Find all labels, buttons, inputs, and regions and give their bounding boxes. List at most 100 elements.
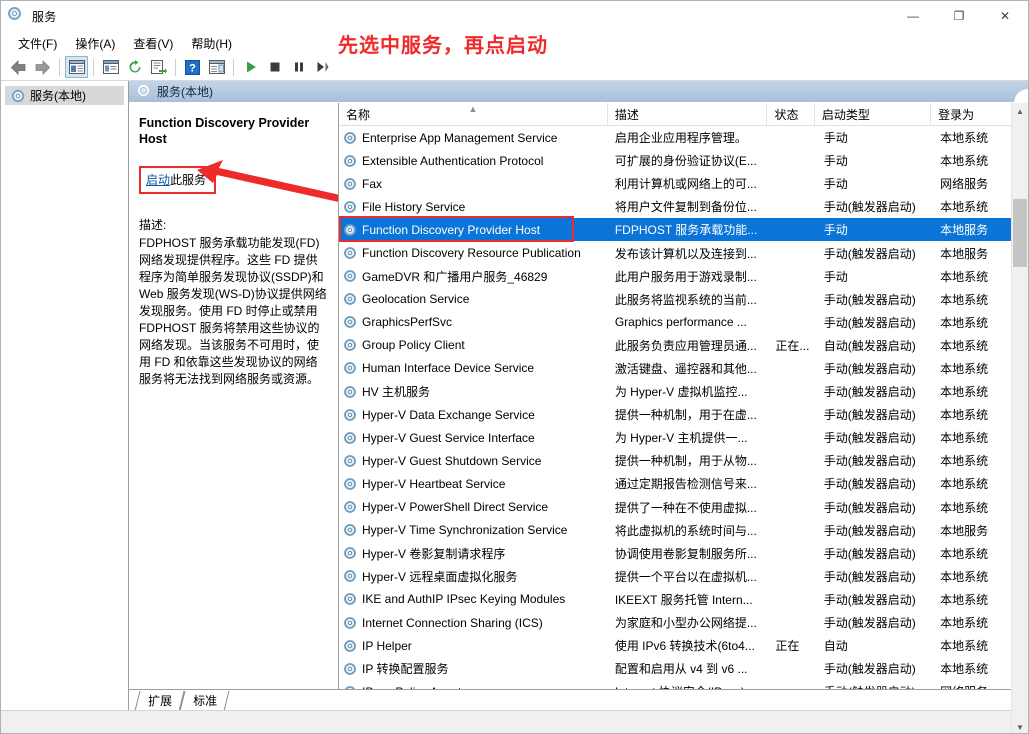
cell-service-description: 将此虚拟机的系统时间与... — [608, 522, 768, 539]
column-header-description[interactable]: 描述 — [608, 103, 768, 125]
stop-service-icon[interactable] — [263, 56, 286, 78]
service-gear-icon — [343, 269, 357, 283]
service-gear-icon — [343, 408, 357, 422]
maximize-button[interactable]: ❐ — [936, 1, 982, 31]
column-header-status[interactable]: 状态 — [767, 103, 814, 125]
service-name-label: File History Service — [362, 200, 465, 214]
export-list-icon[interactable] — [147, 56, 170, 78]
table-row[interactable]: Geolocation Service此服务将监视系统的当前...手动(触发器启… — [339, 288, 1011, 311]
title-bar: 服务 — ❐ ✕ — [1, 1, 1028, 32]
cell-service-description: 可扩展的身份验证协议(E... — [608, 152, 768, 169]
pause-service-icon[interactable] — [287, 56, 310, 78]
menu-help[interactable]: 帮助(H) — [182, 33, 241, 54]
column-header-name[interactable]: 名称 ▲ — [339, 103, 608, 125]
refresh-icon[interactable] — [123, 56, 146, 78]
results-pane: 服务(本地) Function Discovery Provider Host … — [129, 81, 1028, 734]
table-row[interactable]: IP 转换配置服务配置和启用从 v4 到 v6 ...手动(触发器启动)本地系统 — [339, 657, 1011, 680]
table-row[interactable]: File History Service将用户文件复制到备份位...手动(触发器… — [339, 195, 1011, 218]
pane-header-label: 服务(本地) — [157, 83, 213, 100]
properties-icon[interactable] — [99, 56, 122, 78]
table-row[interactable]: Hyper-V Data Exchange Service提供一种机制，用于在虚… — [339, 403, 1011, 426]
cell-startup-type: 手动(触发器启动) — [815, 314, 931, 331]
start-service-link-text[interactable]: 启动 — [146, 173, 170, 187]
cell-logon-as: 本地系统 — [931, 129, 1011, 146]
services-gear-icon — [11, 89, 25, 103]
close-button[interactable]: ✕ — [982, 1, 1028, 31]
table-row[interactable]: Group Policy Client此服务负责应用管理员通...正在...自动… — [339, 334, 1011, 357]
start-service-icon[interactable] — [239, 56, 262, 78]
help-icon[interactable]: ? — [181, 56, 204, 78]
table-row[interactable]: Hyper-V Heartbeat Service通过定期报告检测信号来...手… — [339, 472, 1011, 495]
cell-service-description: 发布该计算机以及连接到... — [608, 245, 768, 262]
tab-extended[interactable]: 扩展 — [135, 691, 185, 711]
cell-startup-type: 手动(触发器启动) — [815, 360, 931, 377]
cell-service-description: 利用计算机或网络上的可... — [608, 175, 768, 192]
console-tree-pane: 服务(本地) — [1, 81, 129, 734]
table-row[interactable]: HV 主机服务为 Hyper-V 虚拟机监控...手动(触发器启动)本地系统 — [339, 380, 1011, 403]
scroll-down-arrow-icon[interactable]: ▼ — [1012, 719, 1028, 734]
service-detail-panel: Function Discovery Provider Host 启动此服务 描… — [129, 103, 339, 734]
table-row[interactable]: Function Discovery Resource Publication发… — [339, 241, 1011, 264]
cell-startup-type: 手动(触发器启动) — [815, 591, 931, 608]
table-row[interactable]: Function Discovery Provider HostFDPHOST … — [339, 218, 1011, 241]
toolbar-separator-2 — [93, 59, 94, 76]
start-service-link[interactable]: 启动此服务 — [146, 171, 206, 188]
cell-service-description: 此服务负责应用管理员通... — [608, 337, 768, 354]
column-header-startup-type[interactable]: 启动类型 — [815, 103, 931, 125]
cell-service-description: 此服务将监视系统的当前... — [608, 291, 768, 308]
table-row[interactable]: Fax利用计算机或网络上的可...手动网络服务 — [339, 172, 1011, 195]
cell-startup-type: 手动(触发器启动) — [815, 545, 931, 562]
table-row[interactable]: GameDVR 和广播用户服务_46829此用户服务用于游戏录制...手动本地系… — [339, 265, 1011, 288]
table-row[interactable]: IP Helper使用 IPv6 转换技术(6to4...正在自动本地系统 — [339, 634, 1011, 657]
service-name-label: Function Discovery Provider Host — [362, 223, 540, 237]
cell-service-description: 激活键盘、遥控器和其他... — [608, 360, 768, 377]
services-list: 名称 ▲ 描述 状态 启动类型 登录为 Enterprise App Manag… — [339, 103, 1028, 734]
service-gear-icon — [343, 616, 357, 630]
cell-service-status: 正在 — [767, 637, 814, 654]
restart-service-icon[interactable] — [311, 56, 334, 78]
column-header-logon-as[interactable]: 登录为 — [931, 103, 1011, 125]
service-name-label: GameDVR 和广播用户服务_46829 — [362, 268, 547, 285]
table-row[interactable]: Enterprise App Management Service启用企业应用程… — [339, 126, 1011, 149]
menu-action[interactable]: 操作(A) — [66, 33, 124, 54]
cell-service-name: Hyper-V Time Synchronization Service — [339, 523, 608, 537]
table-row[interactable]: Extensible Authentication Protocol可扩展的身份… — [339, 149, 1011, 172]
minimize-button[interactable]: — — [890, 1, 936, 31]
table-row[interactable]: Internet Connection Sharing (ICS)为家庭和小型办… — [339, 611, 1011, 634]
cell-startup-type: 手动(触发器启动) — [815, 406, 931, 423]
scroll-up-arrow-icon[interactable]: ▲ — [1012, 103, 1028, 120]
show-hide-tree-icon[interactable] — [65, 56, 88, 78]
show-hide-action-pane-icon[interactable] — [205, 56, 228, 78]
cell-startup-type: 手动(触发器启动) — [815, 383, 931, 400]
service-gear-icon — [343, 500, 357, 514]
table-row[interactable]: GraphicsPerfSvcGraphics performance ...手… — [339, 311, 1011, 334]
back-arrow-icon[interactable] — [7, 56, 30, 78]
content-row: Function Discovery Provider Host 启动此服务 描… — [129, 103, 1028, 734]
cell-startup-type: 手动(触发器启动) — [815, 245, 931, 262]
table-row[interactable]: Human Interface Device Service激活键盘、遥控器和其… — [339, 357, 1011, 380]
cell-service-description: 通过定期报告检测信号来... — [608, 475, 768, 492]
table-row[interactable]: Hyper-V PowerShell Direct Service提供了一种在不… — [339, 496, 1011, 519]
toolbar: ? — [1, 54, 1028, 81]
cell-service-description: 协调使用卷影复制服务所... — [608, 545, 768, 562]
menu-view[interactable]: 查看(V) — [124, 33, 182, 54]
cell-startup-type: 手动(触发器启动) — [815, 499, 931, 516]
service-name-label: Hyper-V Guest Service Interface — [362, 431, 535, 445]
table-row[interactable]: Hyper-V Time Synchronization Service将此虚拟… — [339, 519, 1011, 542]
scrollbar-thumb[interactable] — [1013, 199, 1027, 267]
table-row[interactable]: IKE and AuthIP IPsec Keying ModulesIKEEX… — [339, 588, 1011, 611]
forward-arrow-icon[interactable] — [31, 56, 54, 78]
tree-node-services-local[interactable]: 服务(本地) — [5, 86, 124, 105]
cell-logon-as: 网络服务 — [931, 175, 1011, 192]
vertical-scrollbar[interactable]: ▲ ▼ — [1011, 103, 1028, 734]
table-row[interactable]: Hyper-V 远程桌面虚拟化服务提供一个平台以在虚拟机...手动(触发器启动)… — [339, 565, 1011, 588]
service-name-label: Geolocation Service — [362, 292, 469, 306]
table-row[interactable]: Hyper-V 卷影复制请求程序协调使用卷影复制服务所...手动(触发器启动)本… — [339, 542, 1011, 565]
menu-file[interactable]: 文件(F) — [9, 33, 66, 54]
cell-startup-type: 手动 — [815, 152, 931, 169]
cell-startup-type: 自动(触发器启动) — [815, 337, 931, 354]
tab-standard[interactable]: 标准 — [180, 691, 230, 711]
sort-ascending-icon: ▲ — [468, 105, 477, 114]
table-row[interactable]: Hyper-V Guest Shutdown Service提供一种机制，用于从… — [339, 449, 1011, 472]
table-row[interactable]: Hyper-V Guest Service Interface为 Hyper-V… — [339, 426, 1011, 449]
